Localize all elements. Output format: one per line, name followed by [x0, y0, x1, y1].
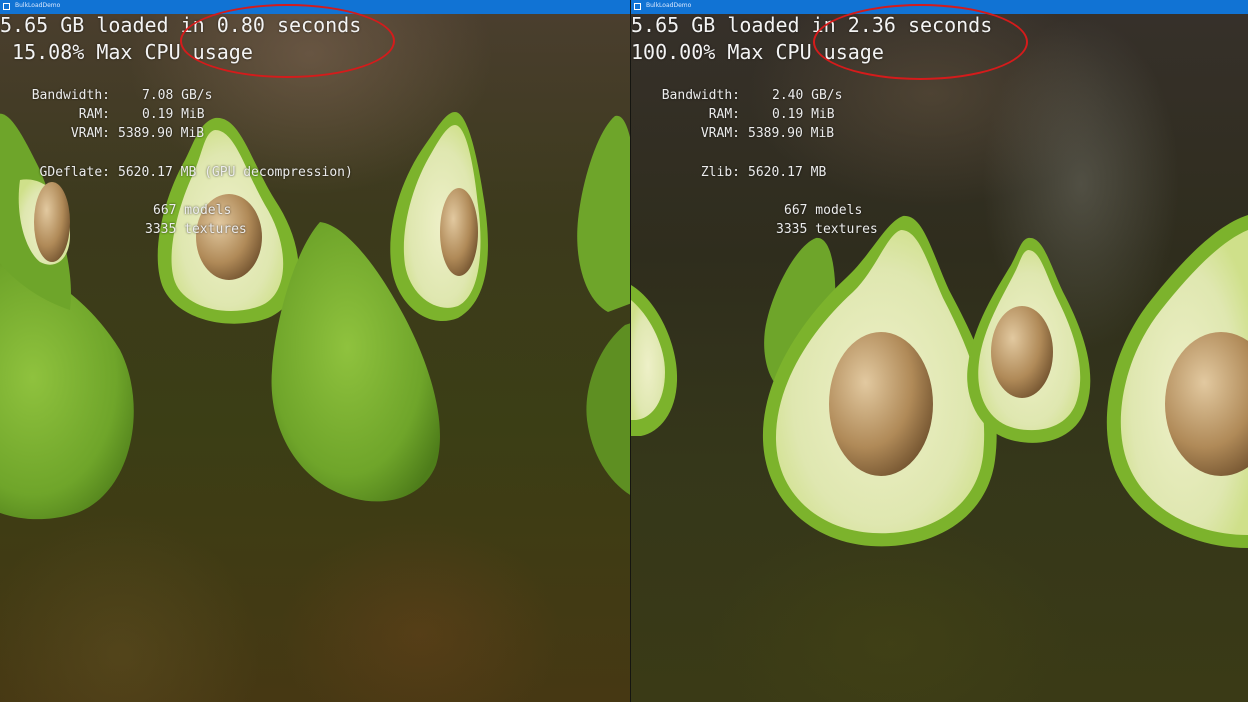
- stat-value: 5620.17 MB: [748, 165, 827, 180]
- avocado-pit: [440, 188, 478, 276]
- highlight-circle: [813, 4, 1028, 80]
- stat-label: Bandwidth:: [661, 88, 740, 103]
- models-count: 667 models: [153, 203, 232, 218]
- app-window-icon: [634, 3, 641, 10]
- models-count: 667 models: [784, 203, 863, 218]
- ram-stat: RAM: 0.19 MiB: [25, 105, 205, 124]
- app-window-icon: [3, 3, 10, 10]
- window-title: BulkLoadDemo: [646, 2, 692, 9]
- textures-count: 3335 textures: [145, 222, 247, 237]
- stat-value: 5389.90 MiB: [748, 126, 835, 141]
- stat-label: VRAM:: [70, 126, 110, 141]
- textures-count: 3335 textures: [776, 222, 878, 237]
- stat-label: VRAM:: [700, 126, 740, 141]
- stat-label: Bandwidth:: [31, 88, 110, 103]
- stat-value: 5620.17 MB (GPU decompression): [118, 165, 353, 180]
- right-demo-window: BulkLoadDemo 5.65 GB loaded in 2.36 seco…: [631, 0, 1248, 702]
- avocado-pit: [34, 182, 70, 262]
- vram-stat: VRAM: 5389.90 MiB: [655, 124, 834, 143]
- stat-value: 7.08 GB/s: [142, 88, 213, 103]
- stat-label: RAM:: [708, 107, 740, 122]
- avocado-pit: [829, 332, 933, 476]
- stat-value: 0.19 MiB: [772, 107, 835, 122]
- stat-value: 2.40 GB/s: [772, 88, 843, 103]
- vram-stat: VRAM: 5389.90 MiB: [25, 124, 204, 143]
- highlight-circle: [180, 4, 395, 78]
- whole-avocado: [577, 115, 630, 312]
- bandwidth-stat: Bandwidth: 7.08 GB/s: [25, 86, 213, 105]
- ram-stat: RAM: 0.19 MiB: [655, 105, 835, 124]
- decompression-stat: Zlib: 5620.17 MB: [655, 163, 826, 182]
- decompression-stat: GDeflate: 5620.17 MB (GPU decompression): [25, 163, 353, 182]
- stat-label: Zlib:: [700, 165, 740, 180]
- stat-label: GDeflate:: [39, 165, 110, 180]
- window-title: BulkLoadDemo: [15, 2, 61, 9]
- stat-value: 5389.90 MiB: [118, 126, 205, 141]
- avocado-pit: [991, 306, 1053, 398]
- whole-avocado: [586, 323, 630, 495]
- stat-label: RAM:: [78, 107, 110, 122]
- bandwidth-stat: Bandwidth: 2.40 GB/s: [655, 86, 843, 105]
- left-demo-window: BulkLoadDemo 5.65 GB loaded in 0.80 seco…: [0, 0, 630, 702]
- stat-value: 0.19 MiB: [142, 107, 205, 122]
